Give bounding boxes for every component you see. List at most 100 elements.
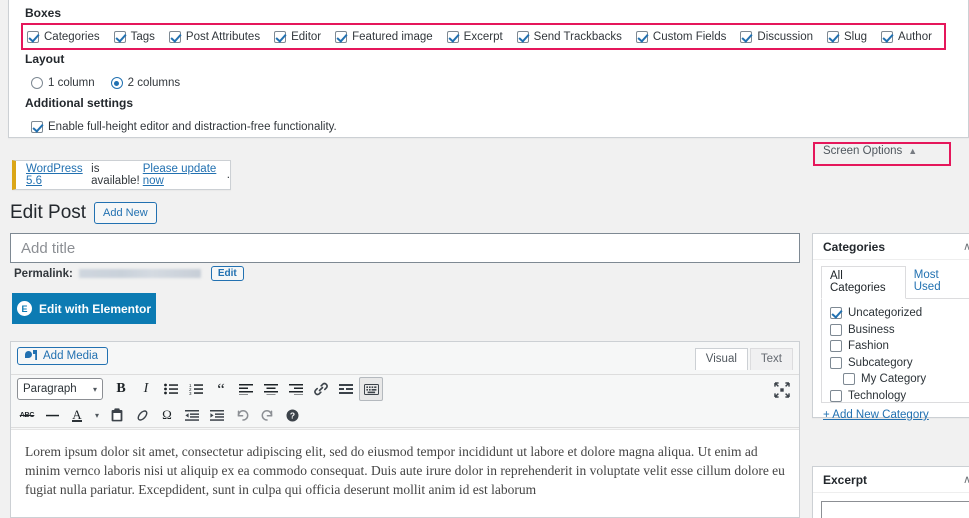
- strikethrough-icon[interactable]: ABC: [15, 403, 39, 427]
- post-title-input[interactable]: Add title: [10, 233, 800, 263]
- screen-options-tab[interactable]: Screen Options ▲: [823, 145, 917, 157]
- special-character-icon[interactable]: Ω: [155, 403, 179, 427]
- blockquote-icon[interactable]: “: [209, 377, 233, 401]
- keyboard-shortcuts-icon[interactable]: ?: [280, 403, 304, 427]
- bold-icon[interactable]: B: [109, 377, 133, 401]
- checkbox-icon[interactable]: [31, 121, 43, 133]
- horizontal-rule-icon[interactable]: [40, 403, 64, 427]
- checkbox-icon[interactable]: [827, 31, 839, 43]
- category-label: Subcategory: [848, 356, 913, 369]
- toolbar-toggle-icon[interactable]: [359, 377, 383, 401]
- category-item-technology[interactable]: Technology: [830, 388, 969, 403]
- checkbox-icon[interactable]: [830, 340, 842, 353]
- boxes-checkbox-author[interactable]: Author: [881, 31, 932, 43]
- paragraph-format-select[interactable]: Paragraph ▾: [17, 378, 103, 400]
- category-item-fashion[interactable]: Fashion: [830, 338, 969, 355]
- checkbox-label: Editor: [291, 31, 322, 43]
- radio-icon[interactable]: [31, 77, 43, 89]
- category-label: Technology: [848, 389, 907, 402]
- boxes-checkbox-categories[interactable]: Categories: [27, 31, 100, 43]
- numbered-list-icon[interactable]: 123: [184, 377, 208, 401]
- screen-options-tab-wrap: Screen Options ▲: [813, 140, 957, 170]
- category-item-uncategorized[interactable]: Uncategorized: [830, 305, 969, 322]
- page-header: Edit Post Add New: [10, 202, 157, 224]
- bulleted-list-icon[interactable]: [159, 377, 183, 401]
- boxes-checkbox-featured-image[interactable]: Featured image: [335, 31, 433, 43]
- boxes-checkbox-tags[interactable]: Tags: [113, 31, 155, 43]
- editor-tab-visual[interactable]: Visual: [694, 348, 748, 370]
- insert-link-icon[interactable]: [309, 377, 333, 401]
- category-item-my-category[interactable]: My Category: [830, 371, 969, 388]
- boxes-checkbox-excerpt[interactable]: Excerpt: [446, 31, 503, 43]
- indent-icon[interactable]: [205, 403, 229, 427]
- checkbox-icon[interactable]: [830, 356, 842, 369]
- excerpt-textarea[interactable]: [821, 501, 969, 518]
- layout-radio-2-columns[interactable]: 2 columns: [110, 77, 180, 89]
- redo-icon[interactable]: [255, 403, 279, 427]
- categories-tab-most-used[interactable]: Most Used: [906, 266, 969, 298]
- categories-panel-header[interactable]: Categories ∧: [813, 234, 969, 260]
- boxes-checkbox-custom-fields[interactable]: Custom Fields: [635, 31, 726, 43]
- please-update-now-link[interactable]: Please update now: [143, 163, 227, 187]
- categories-tab-all-categories[interactable]: All Categories: [821, 266, 906, 299]
- additional-settings-row: Enable full-height editor and distractio…: [31, 118, 351, 136]
- additional-setting-full-height-editor[interactable]: Enable full-height editor and distractio…: [31, 121, 337, 133]
- boxes-checkbox-discussion[interactable]: Discussion: [740, 31, 813, 43]
- boxes-checkbox-slug[interactable]: Slug: [827, 31, 867, 43]
- boxes-checkbox-editor[interactable]: Editor: [274, 31, 321, 43]
- align-right-icon[interactable]: [284, 377, 308, 401]
- clear-formatting-icon[interactable]: [130, 403, 154, 427]
- undo-icon[interactable]: [230, 403, 254, 427]
- category-item-business[interactable]: Business: [830, 322, 969, 339]
- checkbox-icon[interactable]: [274, 31, 287, 43]
- radio-icon[interactable]: [110, 77, 123, 89]
- add-new-button[interactable]: Add New: [94, 202, 157, 224]
- checkbox-icon[interactable]: [740, 31, 753, 43]
- checkbox-icon[interactable]: [830, 323, 842, 336]
- categories-tabs: All Categories Most Used: [821, 266, 969, 299]
- edit-with-elementor-button[interactable]: E Edit with Elementor: [12, 293, 156, 324]
- radio-label: 1 column: [48, 77, 95, 89]
- add-media-button[interactable]: Add Media: [17, 347, 108, 365]
- paste-as-text-icon[interactable]: [105, 403, 129, 427]
- permalink-edit-button[interactable]: Edit: [210, 266, 244, 281]
- align-left-icon[interactable]: [234, 377, 258, 401]
- checkbox-label: Tags: [130, 31, 155, 43]
- wordpress-version-link[interactable]: WordPress 5.6: [26, 163, 91, 187]
- wordpress-edit-post-screen: Boxes Categories Tags Post Attributes Edito…: [0, 0, 969, 518]
- category-label: Uncategorized: [848, 307, 923, 320]
- svg-text:3: 3: [189, 391, 192, 395]
- checkbox-icon[interactable]: [830, 307, 842, 320]
- post-body-content[interactable]: Lorem ipsum dolor sit amet, consectetur …: [11, 429, 799, 517]
- checkbox-icon[interactable]: [113, 31, 126, 43]
- checkbox-icon[interactable]: [27, 31, 39, 43]
- category-item-subcategory[interactable]: Subcategory: [830, 355, 969, 372]
- text-color-icon[interactable]: A: [65, 403, 89, 427]
- layout-radio-1-column[interactable]: 1 column: [31, 77, 95, 89]
- align-center-icon[interactable]: [259, 377, 283, 401]
- checkbox-icon[interactable]: [168, 31, 181, 43]
- checkbox-icon[interactable]: [446, 31, 459, 43]
- distraction-free-icon[interactable]: [771, 379, 793, 401]
- read-more-icon[interactable]: [334, 377, 358, 401]
- boxes-checkbox-send-trackbacks[interactable]: Send Trackbacks: [516, 31, 622, 43]
- editor-tab-text[interactable]: Text: [749, 348, 793, 370]
- checkbox-icon[interactable]: [830, 389, 842, 402]
- editor-mode-tabs: Visual Text: [694, 348, 793, 370]
- toolbar-row-2: ABC A ▾ Ω ?: [15, 402, 305, 428]
- checkbox-icon[interactable]: [881, 31, 894, 43]
- checkbox-icon[interactable]: [843, 373, 855, 386]
- chevron-up-icon[interactable]: ∧: [963, 473, 969, 486]
- boxes-checkbox-post-attributes[interactable]: Post Attributes: [168, 31, 260, 43]
- checkbox-icon[interactable]: [335, 31, 348, 43]
- outdent-icon[interactable]: [180, 403, 204, 427]
- checkbox-icon[interactable]: [635, 31, 648, 43]
- italic-icon[interactable]: I: [134, 377, 158, 401]
- checkbox-icon[interactable]: [516, 31, 529, 43]
- text-color-dropdown-icon[interactable]: ▾: [90, 403, 104, 427]
- chevron-down-icon: ▾: [92, 384, 97, 394]
- chevron-up-icon[interactable]: ∧: [963, 240, 969, 253]
- permalink-label: Permalink:: [14, 267, 73, 280]
- excerpt-panel-header[interactable]: Excerpt ∧: [813, 467, 969, 493]
- add-new-category-link[interactable]: + Add New Category: [823, 409, 929, 421]
